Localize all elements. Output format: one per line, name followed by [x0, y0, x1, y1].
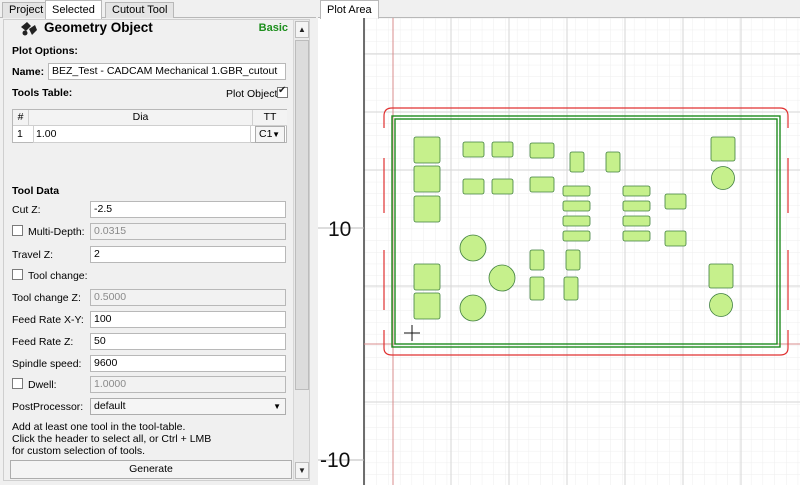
vertical-scrollbar[interactable]: ▲ ▼	[293, 20, 309, 480]
pad	[565, 249, 581, 271]
pad	[413, 195, 441, 223]
pad	[622, 185, 651, 197]
tool-change-z-label: Tool change Z:	[12, 292, 81, 304]
pad	[711, 166, 735, 190]
name-input[interactable]: BEZ_Test - CADCAM Mechanical 1.GBR_cutou…	[48, 63, 286, 80]
feed-rate-xy-input[interactable]: 100	[90, 311, 286, 328]
tool-type-combo[interactable]: C1 ▼	[255, 126, 285, 143]
pad	[622, 200, 651, 212]
cut-z-input[interactable]: -2.5	[90, 201, 286, 218]
tab-project[interactable]: Project	[2, 2, 51, 18]
spindle-speed-label: Spindle speed:	[12, 358, 82, 370]
pad	[563, 276, 579, 301]
y-tick-label-minus-10: -10	[320, 449, 350, 472]
tool-change-z-input[interactable]: 0.5000	[90, 289, 286, 306]
pad	[462, 141, 485, 158]
pad	[664, 193, 687, 210]
pad	[569, 151, 585, 173]
tool-change-checkbox[interactable]	[12, 269, 23, 280]
generate-button[interactable]: Generate	[10, 460, 292, 479]
left-tab-bar: Project Selected Cutout Tool	[0, 0, 316, 19]
scroll-up-icon[interactable]: ▲	[295, 21, 309, 38]
pad	[562, 215, 591, 227]
pad	[529, 142, 555, 159]
column-header-num[interactable]: #	[13, 110, 29, 126]
y-tick-label-10: 10	[328, 218, 351, 241]
chevron-down-icon: ▼	[273, 402, 281, 411]
chevron-down-icon: ▼	[272, 130, 280, 139]
pad	[459, 234, 487, 262]
plot-canvas[interactable]: 10 -10	[318, 18, 800, 485]
tool-type-value: C1	[259, 128, 273, 140]
column-header-dia[interactable]: Dia	[29, 110, 253, 126]
pad	[491, 178, 514, 195]
pad	[488, 264, 516, 292]
name-label: Name:	[12, 66, 45, 78]
pad	[710, 136, 736, 162]
pad	[529, 176, 555, 193]
column-header-tt[interactable]: TT	[253, 110, 287, 126]
pad	[413, 292, 441, 320]
dwell-label: Dwell:	[28, 379, 57, 391]
tools-table-heading: Tools Table:	[12, 87, 73, 99]
pad	[529, 276, 545, 301]
tool-data-heading: Tool Data	[12, 185, 60, 197]
hint-line-1: Add at least one tool in the tool-table.	[12, 421, 186, 433]
selected-panel: Geometry Object Basic Plot Options: Name…	[3, 19, 310, 481]
geometry-icon	[20, 21, 38, 36]
scroll-down-icon[interactable]: ▼	[295, 462, 309, 479]
plot-tab-bar: Plot Area	[318, 0, 800, 19]
feed-rate-xy-label: Feed Rate X-Y:	[12, 314, 84, 326]
pad	[491, 141, 514, 158]
tab-cutout-tool[interactable]: Cutout Tool	[105, 2, 175, 18]
pad	[413, 165, 441, 193]
postprocessor-select[interactable]: default ▼	[90, 398, 286, 415]
multi-depth-label: Multi-Depth:	[28, 226, 85, 238]
pad	[708, 263, 734, 289]
feed-rate-z-label: Feed Rate Z:	[12, 336, 74, 348]
plot-options-heading: Plot Options:	[12, 45, 78, 57]
hint-line-2: Click the header to select all, or Ctrl …	[12, 433, 212, 445]
pad	[462, 178, 485, 195]
cut-z-label: Cut Z:	[12, 204, 41, 216]
pad	[529, 249, 545, 271]
feed-rate-z-input[interactable]: 50	[90, 333, 286, 350]
dwell-checkbox[interactable]	[12, 378, 23, 389]
tool-dia-cell[interactable]: 1.00	[33, 126, 251, 143]
pad	[562, 200, 591, 212]
plot-area-panel: Plot Area 10 -10	[318, 0, 800, 485]
multi-depth-checkbox[interactable]	[12, 225, 23, 236]
left-panel: Project Selected Cutout Tool Geometry Ob…	[0, 0, 316, 485]
pad	[605, 151, 621, 173]
row-number[interactable]: 1	[17, 126, 23, 143]
pad	[709, 293, 733, 317]
pad	[413, 263, 441, 291]
grid-minor	[364, 18, 800, 485]
dwell-input[interactable]: 1.0000	[90, 376, 286, 393]
tab-selected[interactable]: Selected	[45, 0, 102, 19]
postprocessor-label: PostProcessor:	[12, 401, 84, 413]
travel-z-label: Travel Z:	[12, 249, 54, 261]
tool-change-label: Tool change:	[28, 270, 88, 282]
plot-object-checkbox[interactable]	[277, 85, 288, 98]
panel-header: Geometry Object Basic	[14, 20, 294, 37]
tab-plot-area[interactable]: Plot Area	[320, 0, 379, 19]
pad	[562, 185, 591, 197]
spindle-speed-input[interactable]: 9600	[90, 355, 286, 372]
pad	[664, 230, 687, 247]
mode-label[interactable]: Basic	[259, 22, 288, 34]
panel-title: Geometry Object	[44, 20, 153, 35]
pad	[562, 230, 591, 242]
hint-line-3: for custom selection of tools.	[12, 445, 146, 457]
plot-object-label: Plot Object	[226, 88, 278, 100]
tools-table: # Dia TT 1 1.00 C1 ▼	[12, 109, 287, 143]
scroll-thumb[interactable]	[295, 40, 309, 390]
pad	[622, 230, 651, 242]
travel-z-input[interactable]: 2	[90, 246, 286, 263]
pad	[459, 294, 487, 322]
postprocessor-value: default	[94, 400, 126, 412]
multi-depth-input[interactable]: 0.0315	[90, 223, 286, 240]
pad	[413, 136, 441, 164]
pad	[622, 215, 651, 227]
